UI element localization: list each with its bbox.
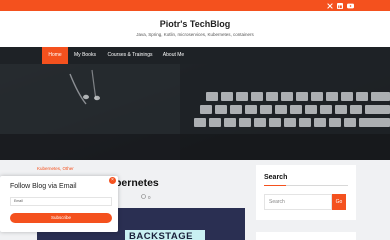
sidebar-widget xyxy=(256,232,356,240)
follow-title: Follow Blog via Email xyxy=(10,183,77,190)
search-widget-divider xyxy=(264,185,348,186)
x-twitter-icon[interactable] xyxy=(326,2,334,9)
nav-item-about-me[interactable]: About Me xyxy=(160,47,187,64)
main-nav: Home My Books Courses & Trainings About … xyxy=(0,47,390,64)
subscribe-button[interactable]: Subscribe xyxy=(10,213,112,223)
post-image-text: BACKSTAGE xyxy=(125,230,205,240)
search-input[interactable]: Search xyxy=(264,194,332,210)
post-title[interactable]: bernetes xyxy=(115,177,159,189)
comment-count: 0 xyxy=(148,194,151,200)
hero-desk-image xyxy=(0,64,390,160)
nav-item-my-books[interactable]: My Books xyxy=(71,47,99,64)
linkedin-icon[interactable] xyxy=(336,2,344,9)
site-tagline: Java, Spring, Kotlin, microservices, Kub… xyxy=(136,32,254,37)
close-icon[interactable]: × xyxy=(109,177,116,184)
post-comments[interactable]: 0 xyxy=(141,194,151,200)
post-categories[interactable]: Kubernetes, Other xyxy=(37,166,74,171)
email-field[interactable]: Email xyxy=(10,197,112,206)
comment-icon xyxy=(141,194,146,200)
search-go-button[interactable]: Go xyxy=(332,194,346,210)
search-widget-title: Search xyxy=(264,174,288,181)
youtube-icon[interactable] xyxy=(346,2,354,9)
hero-banner xyxy=(0,64,390,160)
site-header: Piotr's TechBlog Java, Spring, Kotlin, m… xyxy=(0,11,390,47)
nav-item-courses-trainings[interactable]: Courses & Trainings xyxy=(104,47,156,64)
site-title[interactable]: Piotr's TechBlog xyxy=(0,19,390,29)
nav-item-home[interactable]: Home xyxy=(42,47,68,64)
